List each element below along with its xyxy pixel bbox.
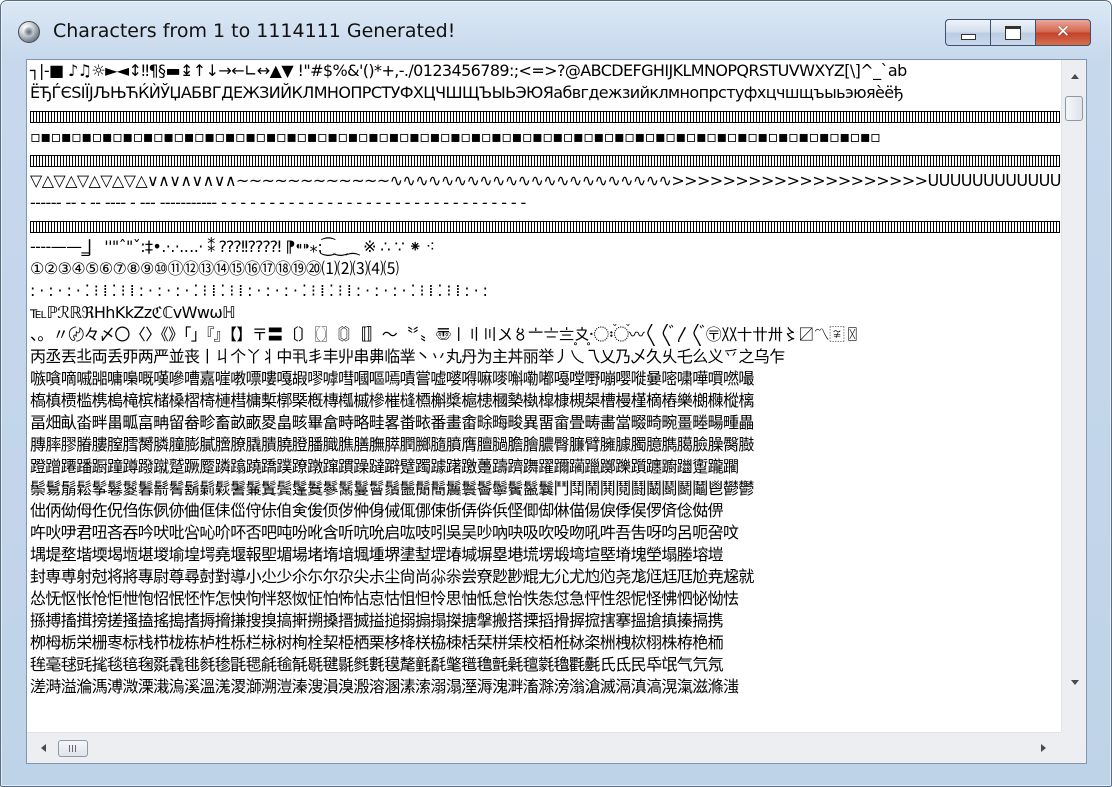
text-line: 封専尃射尅将將專尉尊尋尌對導小尐少尒尓尔尕尖尗尘尙尚尛尜尝尞尟尠尡尢尣尤尥尦尧尨…: [30, 567, 754, 586]
text-line: ①②③④⑤⑥⑦⑧⑨⑩⑪⑫⑬⑭⑮⑯⑰⑱⑲⑳⑴⑵⑶⑷⑸: [30, 259, 399, 278]
grip-icon: [68, 745, 78, 752]
arrow-right-icon: [1040, 744, 1046, 752]
text-line: ▽△▽△▽△▽△▽△∨∧∨∧∨∧∨∧~~~~~~~~~~~~∿∿∿∿∿∿∿∿∿∿…: [30, 171, 1061, 190]
maximize-icon: [1005, 25, 1021, 40]
text-line: 吘吙吚君吜吝吞吟吠吡吢吣吤吥否吧吨吩吪含听吭吮启吰吱吲吳吴吵吶吷吸吹吺吻吼吽吾吿…: [30, 523, 739, 542]
horizontal-scroll-thumb[interactable]: [58, 740, 88, 757]
text-line: 、。〃〄々〆〇〈〉《》「」『』【】〒〓〔〕〖〗〘〙〚〛〜〝〞〟〠〡〢〣〤〥〦〧〨…: [30, 325, 860, 344]
horizontal-scrollbar[interactable]: [27, 732, 1061, 763]
text-line: 搎搏搐搑搒搓搔搕搖搗搘搙搚搛搜搝搞搟搠搡搢搣搤搥搦搧搨搩搪搫搬搭搮搯搰搱搲搳搴搵…: [30, 611, 724, 630]
text-line: 溠溡溢溣溤溥溦溧溨溩溪溫溬溭溮溯溰溱溲溳溴溵溶溷溸溹溺溻溼溽溾溿滀滁滂滃滄滅滆滇…: [30, 677, 739, 696]
caption-buttons: ✕: [945, 19, 1091, 46]
window-title: Characters from 1 to 1114111 Generated!: [53, 20, 456, 42]
text-line: ----——‗⎸''"ˆ"ˇ:‡•.·.·.‥.· ⁑ ⁇⁈⁉⁇⁈ ⁋⁌⁍⁎⁏⁐…: [30, 237, 435, 256]
unrenderable-glyph-run: [30, 155, 1060, 167]
text-line: ┐|-■ ♪♫☼►◄↕‼¶§▬↨↑↓→←∟↔▲▼ !"#$%&'()*+,-./…: [30, 61, 907, 80]
text-line: ℡ℙℛℝℜHhKkZzℭℂvWwѡℍ: [30, 303, 236, 322]
text-line: 堣堤堥堦堧堨堩堪堫堬堭堮堯堰報堲堳場堵堶堷堸堹堺堻堼堽堾堿塀塁塂塃塄塅塆塇塈塉塊…: [30, 545, 724, 564]
arrow-down-icon: [1070, 679, 1079, 685]
scroll-right-button[interactable]: [1033, 738, 1053, 758]
text-line: 怂怃怄怅怆怇怈怉怊怋怌怍怎怏怐怑怒怓怔怕怖怗怘怙怚怛怜思怞怟怠怡怢怣怤急怦性怨怩…: [30, 589, 739, 608]
minimize-icon: [960, 33, 976, 40]
arrow-left-icon: [40, 744, 46, 752]
text-line: [27, 214, 1061, 236]
minimize-button[interactable]: [945, 19, 990, 46]
scroll-up-button[interactable]: [1062, 66, 1086, 86]
scrollbar-corner: [1061, 732, 1086, 763]
text-line: [27, 148, 1061, 170]
character-text-area[interactable]: ┐|-■ ♪♫☼►◄↕‼¶§▬↨↑↓→←∟↔▲▼ !"#$%&'()*+,-./…: [27, 60, 1061, 732]
text-line: [27, 104, 1061, 126]
vertical-scrollbar[interactable]: [1061, 60, 1086, 732]
text-line: : · : · : · ⁚ ⁝ ⁞ ⁚ ⁝ ⁞ : · : · : · ⁚ ⁝ …: [30, 281, 488, 300]
text-line: 畐畑畒畓畔畕畖畗畘留畚畛畜畝畞畟畠畡畢畣畤略畦畧畨畩番畫畬畭畮畯異畱畲畳畴畵當畷…: [30, 413, 754, 432]
text-line: 膞膟膠膡膢膣膤膥膦膧膨膩膪膫膬膭膮膯膰膱膲膳膴膵膶膷膸膹膺膻膼膽膾膿臀臁臂臃臄臅…: [30, 435, 754, 454]
text-line: 毪毫毬毭毮毯毰毱毲毳毴毵毶毷毸毹毺毻毼毽毾毿氀氁氂氃氄氅氆氇氈氉氊氋氌氍氎氏氐民…: [30, 655, 724, 674]
app-icon[interactable]: [18, 21, 40, 43]
text-line: ▫▪▫▪▫▪▫▪▫▪▫▪▫▪▫▪▫▪▫▪▫▪▫▪▫▪▫▪▫▪▫▪▫▪▫▪▫▪▫▪…: [30, 127, 881, 146]
text-line: 嗾嗿嘀嘁嘂嘃嘄嘅嘆嘇嘈嘉嘊嘋嘌嘍嘎嘏嘐嘑嘒嘓嘔嘕嘖嘗嘘嘙嘚嘛嘜嘝嘞嘟嘠嘡嘢嘣嘤嘥…: [30, 369, 754, 388]
scroll-down-button[interactable]: [1062, 672, 1086, 692]
text-line: 丙丞丟丠両丢丣两严並丧丨丩个丫丬中丮丯丰丱串丳临丵丶丷丸丹为主丼丽举丿乀乁乂乃乄…: [30, 347, 785, 366]
title-bar[interactable]: Characters from 1 to 1114111 Generated! …: [1, 1, 1111, 59]
text-line: 栁栂栃栄栅栆标栈栉栊栋栌栍栎栏栐树栒栓栔栕栖栗栘栙栚栛栜栝栞栟栠校栢栣栤栥栦栧栨…: [30, 633, 724, 652]
text-line: 蹬蹭蹮蹯蹰蹱蹲蹳蹴蹵蹶蹷蹸蹹蹺蹻蹼蹽蹾蹿躀躁躂躃躄躅躆躇躈躉躊躋躌躍躎躏躐躑躒躓…: [30, 457, 739, 476]
unrenderable-glyph-run: [30, 111, 1060, 123]
text-box[interactable]: ┐|-■ ♪♫☼►◄↕‼¶§▬↨↑↓→←∟↔▲▼ !"#$%&'()*+,-./…: [26, 59, 1087, 764]
unrenderable-glyph-run: [30, 221, 1060, 233]
close-button[interactable]: ✕: [1035, 19, 1091, 46]
text-line: 鬃鬄鬅鬆鬇鬈鬉鬊鬋鬌鬍鬎鬏鬐鬑鬒鬓鬔鬕鬖鬗鬘鬙鬚鬛鬜鬝鬞鬟鬠鬡鬢鬣鬤鬥鬦鬧鬨鬩鬪…: [30, 479, 754, 498]
text-line: 㑁㑂㑃㑄㑅㑆㑇㑈㑉㑊㑋㑌㑍㑎㑏㑐㑑㑒㑓㑔㑕㑖㑗㑘㑙㑚㑛㑜㑝㑞㑟㑠㑡㑢㑣㑤㑥㑦㑧㑨…: [30, 501, 724, 520]
scroll-left-button[interactable]: [33, 738, 53, 758]
text-line: 槗槙槚槛槜槝槞槟槠槡槢槣槤槥槦槧槨槩槪槫槬槭槮槯槰槱槲槳槴槵槶槷槸槹槺槻槼槽槾槿…: [30, 391, 754, 410]
arrow-up-icon: [1070, 73, 1079, 79]
maximize-button[interactable]: [990, 19, 1035, 46]
text-line: ЁЂЃЄЅІЇЈЉЊЋЌЍЎЏАБВГДЕЖЗИЙКЛМНОПРСТУФХЦЧШ…: [30, 83, 904, 102]
vertical-scroll-thumb[interactable]: [1065, 96, 1083, 121]
app-window: Characters from 1 to 1114111 Generated! …: [0, 0, 1112, 787]
text-line: ------ -- - -- ---- - --- ----------- - …: [30, 193, 526, 212]
close-icon: ✕: [1055, 22, 1071, 42]
